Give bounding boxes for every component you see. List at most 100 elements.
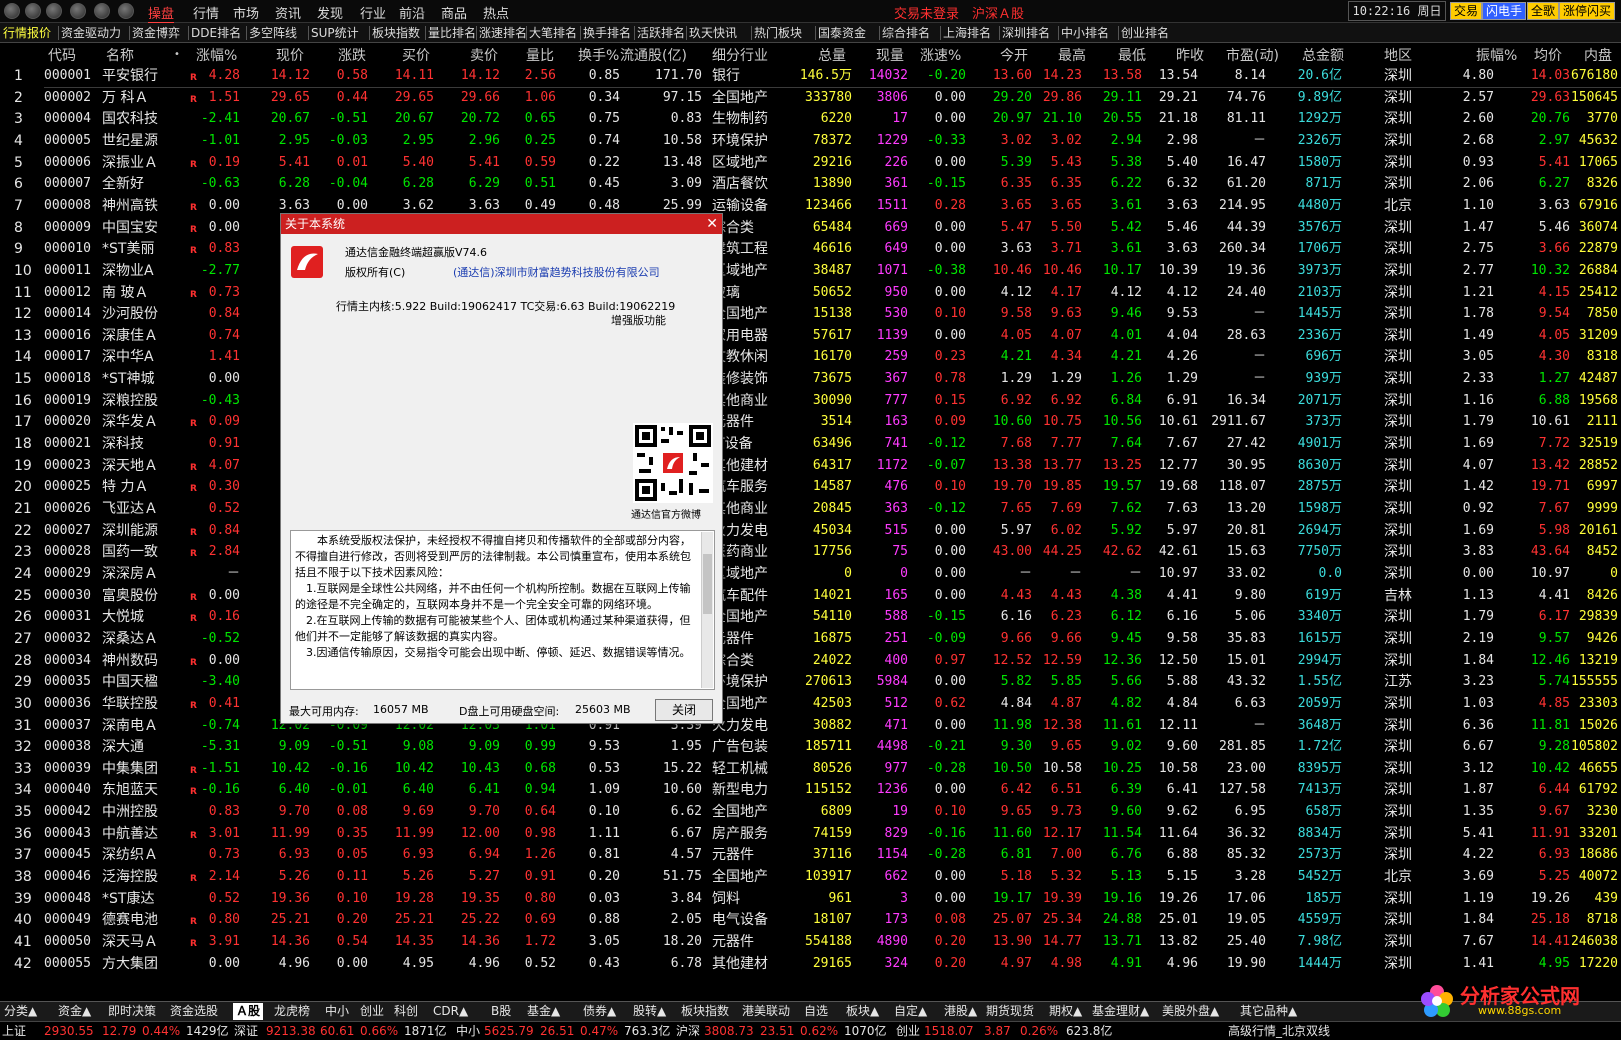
column-header[interactable]: 买价 <box>402 45 430 65</box>
terms-scrollbar[interactable] <box>701 532 713 688</box>
stock-code[interactable]: 000002 <box>44 89 91 107</box>
table-row[interactable]: 15 000018 *ST神城 0.00 装修装饰 73675 367 0.78 1.29 1.2… <box>0 368 1621 390</box>
table-row[interactable]: 14 000017 深中华A 1.41 文教休闲 16170 259 0.23 4.21 4.34… <box>0 346 1621 368</box>
flash-hand-button[interactable]: 闪电手 <box>1482 2 1527 20</box>
bottom-tab-5[interactable]: 龙虎榜 <box>274 1003 310 1020</box>
stock-name[interactable]: 富奥股份 <box>102 587 158 605</box>
column-header[interactable]: 内盘 <box>1584 45 1612 65</box>
tab-19[interactable]: 创业排名 <box>1121 24 1169 42</box>
table-row[interactable]: 37 000045 深纺织Ａ 0.73 6.93 0.05 6.93 6.94 1.26 0.81… <box>0 844 1621 866</box>
tab-1[interactable]: 资金驱动力 <box>61 24 121 42</box>
column-header[interactable]: 细分行业 <box>712 45 768 65</box>
table-row[interactable]: 22 000027 深圳能源 R 0.84 火力发电 45034 515 0.00 5.97 6.0… <box>0 520 1621 542</box>
tab-9[interactable]: 大笔排名 <box>529 24 577 42</box>
stock-code[interactable]: 000025 <box>44 478 91 496</box>
trade-button[interactable]: 交易 <box>1450 2 1483 20</box>
tab-8[interactable]: 涨速排名 <box>479 24 527 42</box>
stock-code[interactable]: 000030 <box>44 587 91 605</box>
nav-icon[interactable] <box>70 3 86 19</box>
stock-code[interactable]: 000007 <box>44 175 91 193</box>
table-row[interactable]: 33 000039 中集集团 R -1.51 10.42 -0.16 10.42 10.43 0.… <box>0 758 1621 780</box>
table-row[interactable]: 10 000011 深物业A -2.77 区域地产 38487 1071 -0.38 10.46… <box>0 260 1621 282</box>
stock-code[interactable]: 000046 <box>44 868 91 886</box>
stock-code[interactable]: 000038 <box>44 738 91 756</box>
tab-7[interactable]: 量比排名 <box>428 24 476 42</box>
stock-code[interactable]: 000036 <box>44 695 91 713</box>
tab-5[interactable]: SUP统计 <box>311 24 359 42</box>
stock-code[interactable]: 000045 <box>44 846 91 864</box>
stock-name[interactable]: 华联控股 <box>102 695 158 713</box>
stock-code[interactable]: 000050 <box>44 933 91 951</box>
table-row[interactable]: 17 000020 深华发Ａ R 0.09 元器件 3514 163 0.09 10.60 10.7… <box>0 411 1621 433</box>
menu-item[interactable]: 前沿 <box>399 3 425 22</box>
stock-name[interactable]: 深纺织Ａ <box>102 846 158 864</box>
stock-code[interactable]: 000027 <box>44 522 91 540</box>
stock-code[interactable]: 000021 <box>44 435 91 453</box>
stock-name[interactable]: 深深房Ａ <box>102 565 158 583</box>
tab-17[interactable]: 深圳排名 <box>1002 24 1050 42</box>
bottom-tab-24[interactable]: 其它品种▲ <box>1240 1003 1297 1020</box>
table-row[interactable]: 13 000016 深康佳Ａ 0.74 家用电器 57617 1139 0.00 4.05 4.0… <box>0 325 1621 347</box>
stock-name[interactable]: 国农科技 <box>102 110 158 128</box>
table-row[interactable]: 1 000001 平安银行 R 4.28 14.12 0.58 14.11 14.12 2.56 0… <box>0 65 1621 87</box>
table-row[interactable]: 38 000046 泛海控股 R 2.14 5.26 0.11 5.26 5.27 0.91 0.2… <box>0 866 1621 888</box>
stock-name[interactable]: 全新好 <box>102 175 144 193</box>
stock-code[interactable]: 000014 <box>44 305 91 323</box>
stock-name[interactable]: 深桑达Ａ <box>102 630 158 648</box>
tab-13[interactable]: 热门板块 <box>754 24 802 42</box>
stock-name[interactable]: 中航善达 <box>102 825 158 843</box>
bottom-tab-4[interactable]: Ａ股 <box>233 1003 264 1020</box>
table-row[interactable]: 12 000014 沙河股份 0.84 全国地产 15138 530 0.10 9.58 9.63… <box>0 303 1621 325</box>
stock-name[interactable]: 大悦城 <box>102 608 144 626</box>
stock-name[interactable]: 神州数码 <box>102 652 158 670</box>
table-row[interactable]: 31 000037 深南电Ａ -0.74 12.02 -0.09 12.02 12.03 1.0… <box>0 715 1621 737</box>
stock-code[interactable]: 000017 <box>44 348 91 366</box>
stock-code[interactable]: 000049 <box>44 911 91 929</box>
stock-name[interactable]: 方大集团 <box>102 955 158 973</box>
menu-item[interactable]: 行情 <box>193 3 219 22</box>
close-icon[interactable]: ✕ <box>706 215 718 233</box>
column-header[interactable]: 涨速% <box>920 45 961 65</box>
stock-code[interactable]: 000055 <box>44 955 91 973</box>
tab-4[interactable]: 多空阵线 <box>249 24 297 42</box>
table-row[interactable]: 40 000049 德赛电池 R 0.80 25.21 0.20 25.21 25.22 0.69… <box>0 909 1621 931</box>
column-header[interactable]: 涨跌 <box>338 45 366 65</box>
table-row[interactable]: 18 000021 深科技 0.91 IT设备 63496 741 -0.12 7.68 7.77… <box>0 433 1621 455</box>
table-row[interactable]: 20 000025 特 力Ａ R 0.30 汽车服务 14587 476 0.10 19.70 19… <box>0 476 1621 498</box>
stock-name[interactable]: 深天马Ａ <box>102 933 158 951</box>
stock-name[interactable]: 万 科Ａ <box>102 89 148 107</box>
bottom-tab-12[interactable]: 债券▲ <box>583 1003 616 1020</box>
terms-textbox[interactable]: 本系统受版权法保护，未经授权不得擅自拷贝和传播软件的全部或部分内容，不得擅自进行… <box>290 530 715 690</box>
menu-item[interactable]: 行业 <box>360 3 386 22</box>
bottom-tab-21[interactable]: 期权▲ <box>1049 1003 1082 1020</box>
stock-code[interactable]: 000048 <box>44 890 91 908</box>
column-header[interactable]: 换手% <box>578 45 619 65</box>
bottom-tab-2[interactable]: 即时决策 <box>108 1003 156 1020</box>
table-row[interactable]: 34 000040 东旭蓝天 R -0.16 6.40 -0.01 6.40 6.41 0.94 1… <box>0 779 1621 801</box>
back-icon[interactable] <box>25 3 41 19</box>
quick-button-3[interactable]: 全歌 <box>1527 2 1560 20</box>
table-row[interactable]: 16 000019 深粮控股 -0.43 其他商业 30090 777 0.15 6.92 6.9… <box>0 390 1621 412</box>
tab-10[interactable]: 换手排名 <box>583 24 631 42</box>
stock-name[interactable]: *ST神城 <box>102 370 154 388</box>
limit-up-buy-button[interactable]: 涨停闪买 <box>1559 2 1616 20</box>
stock-code[interactable]: 000035 <box>44 673 91 691</box>
stock-name[interactable]: 深华发Ａ <box>102 413 158 431</box>
column-header[interactable]: 代码 <box>48 45 76 65</box>
column-header[interactable]: 均价 <box>1534 45 1562 65</box>
stock-code[interactable]: 000005 <box>44 132 91 150</box>
menu-item[interactable]: 发现 <box>317 3 343 22</box>
stock-name[interactable]: *ST美丽 <box>102 240 154 258</box>
stock-name[interactable]: 深物业A <box>102 262 154 280</box>
system-menu-icon[interactable] <box>4 3 20 19</box>
tab-11[interactable]: 活跃排名 <box>637 24 685 42</box>
trade-status[interactable]: 交易未登录 <box>894 3 959 22</box>
stock-code[interactable]: 000004 <box>44 110 91 128</box>
table-row[interactable]: 23 000028 国药一致 R 2.84 医药商业 17756 75 0.00 43.00 44.… <box>0 541 1621 563</box>
column-header[interactable]: 名称 <box>106 45 134 65</box>
stock-name[interactable]: 深康佳Ａ <box>102 327 158 345</box>
stock-code[interactable]: 000032 <box>44 630 91 648</box>
stock-name[interactable]: 南 玻Ａ <box>102 284 148 302</box>
tab-16[interactable]: 上海排名 <box>943 24 991 42</box>
bottom-tab-15[interactable]: 港美联动 <box>742 1003 790 1020</box>
